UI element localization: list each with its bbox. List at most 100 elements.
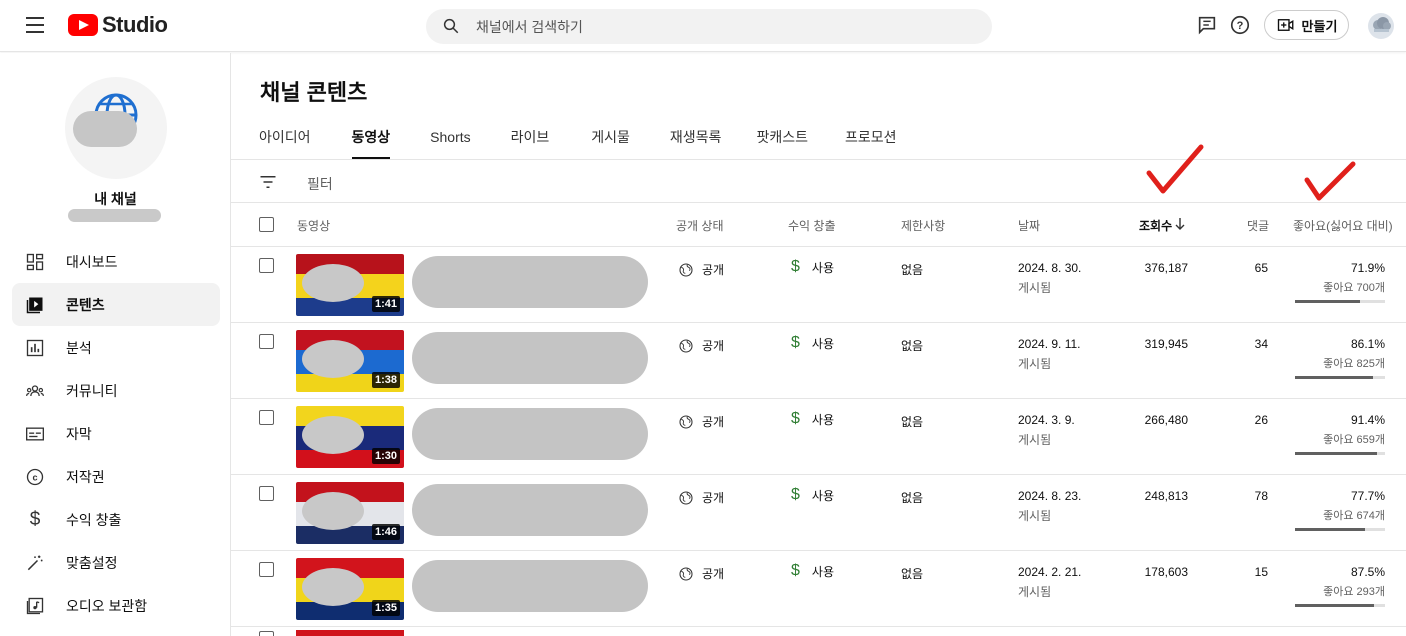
svg-text:?: ? [1237,20,1244,32]
sidebar-item-audio-library[interactable]: 오디오 보관함 [12,584,220,627]
help-icon[interactable]: ? [1229,14,1251,36]
row-checkbox[interactable] [259,562,274,577]
filter-input-label[interactable]: 필터 [307,174,333,194]
tab-promotions[interactable]: 프로모션 [845,121,897,159]
channel-avatar[interactable] [65,77,167,179]
table-row[interactable]: 1:30 공개 $ 사용 없음 2024. 3. 9. 게시됨 266,480 26 91.4% 좋… [231,399,1406,475]
dollar-icon: $ [29,508,41,530]
video-thumbnail[interactable] [296,630,404,636]
sidebar-item-analytics[interactable]: 분석 [12,326,220,369]
tab-videos[interactable]: 동영상 [351,121,390,159]
restrictions-cell: 없음 [901,339,924,353]
table-row[interactable]: 1:35 공개 $ 사용 없음 2024. 2. 21. 게시됨 178,603 15 87.5%… [231,551,1406,627]
monetization-cell[interactable]: $ 사용 [791,410,834,428]
col-comments[interactable]: 댓글 [1247,217,1269,234]
sidebar-item-customization[interactable]: 맞춤설정 [12,541,220,584]
video-thumbnail[interactable]: 1:30 [296,406,404,468]
row-checkbox[interactable] [259,631,274,636]
col-likes[interactable]: 좋아요(싫어요 대비) [1293,217,1393,234]
main-content: 채널 콘텐츠 아이디어 동영상 Shorts 라이브 게시물 재생목록 팟캐스트… [231,53,1406,636]
video-thumbnail[interactable]: 1:41 [296,254,404,316]
monetization-cell[interactable]: $ 사용 [791,258,834,276]
table-row[interactable]: 1:46 공개 $ 사용 없음 2024. 8. 23. 게시됨 248,813 78 77.7%… [231,475,1406,551]
redacted-video-title[interactable] [412,484,648,536]
visibility-cell[interactable]: 공개 [678,337,724,354]
sidebar-item-copyright[interactable]: c 저작권 [12,455,220,498]
feedback-icon[interactable] [1196,14,1218,36]
row-checkbox[interactable] [259,258,274,273]
magic-wand-icon [23,551,47,575]
search-bar[interactable] [426,9,992,44]
monetization-cell[interactable]: $ 사용 [791,562,834,580]
video-duration: 1:35 [371,600,400,616]
create-button-label: 만들기 [1301,18,1338,34]
visibility-cell[interactable]: 공개 [678,261,724,278]
youtube-studio-logo[interactable]: Studio [68,12,168,38]
redacted-video-title[interactable] [412,408,648,460]
visibility-label: 공개 [702,339,725,353]
dollar-icon: $ [791,486,800,503]
row-checkbox[interactable] [259,486,274,501]
video-duration: 1:46 [371,524,400,540]
tab-playlists[interactable]: 재생목록 [670,121,722,159]
publish-date: 2024. 8. 23. [1018,489,1082,503]
filter-icon[interactable] [259,173,277,191]
sidebar-item-subtitles[interactable]: 자막 [12,412,220,455]
create-button[interactable]: 만들기 [1264,10,1349,40]
like-ratio-bar [1295,376,1385,379]
monetization-label: 사용 [811,412,834,427]
search-input[interactable] [476,9,956,44]
globe-icon [679,490,693,505]
tab-posts[interactable]: 게시물 [591,121,630,159]
visibility-label: 공개 [702,415,725,429]
hamburger-menu-icon[interactable] [22,12,48,38]
row-checkbox[interactable] [259,410,274,425]
sidebar-item-label: 저작권 [66,468,105,485]
tab-podcasts[interactable]: 팟캐스트 [756,121,808,159]
content-tabs: 아이디어 동영상 Shorts 라이브 게시물 재생목록 팟캐스트 프로모션 [259,121,897,159]
channel-name: 내 채널 [94,191,137,207]
sidebar-item-content[interactable]: 콘텐츠 [12,283,220,326]
monetization-cell[interactable]: $ 사용 [791,334,834,352]
col-date[interactable]: 날짜 [1018,217,1040,234]
visibility-cell[interactable]: 공개 [678,565,724,582]
monetization-cell[interactable]: $ 사용 [791,486,834,504]
col-restrictions[interactable]: 제한사항 [901,217,945,234]
comments-cell: 15 [1254,565,1268,579]
redacted-video-title[interactable] [412,560,648,612]
sidebar-item-monetization[interactable]: $ 수익 창출 [12,498,220,541]
sidebar-item-dashboard[interactable]: 대시보드 [12,240,220,283]
row-checkbox[interactable] [259,334,274,349]
redacted-channel-handle [68,209,161,222]
table-row[interactable]: 1:41 공개 $ 사용 없음 2024. 8. 30. 게시됨 376,187 65 71.9%… [231,247,1406,323]
sidebar-item-community[interactable]: 커뮤니티 [12,369,220,412]
publish-status: 게시됨 [1018,585,1052,599]
monetization-label: 사용 [811,488,834,503]
filter-bar[interactable]: 필터 [231,160,1406,203]
table-row[interactable]: 1:38 공개 $ 사용 없음 2024. 9. 11. 게시됨 319,945 34 86.1%… [231,323,1406,399]
col-monetization[interactable]: 수익 창출 [788,217,836,234]
video-thumbnail[interactable]: 1:38 [296,330,404,392]
sidebar-item-label: 커뮤니티 [66,382,118,399]
tab-live[interactable]: 라이브 [511,121,550,159]
tab-shorts[interactable]: Shorts [430,121,470,159]
visibility-label: 공개 [702,491,725,505]
views-cell: 248,813 [1144,489,1188,503]
col-visibility[interactable]: 공개 상태 [676,217,724,234]
video-thumbnail[interactable]: 1:35 [296,558,404,620]
account-avatar[interactable] [1368,13,1394,39]
visibility-cell[interactable]: 공개 [678,489,724,506]
redacted-video-title[interactable] [412,256,648,308]
visibility-cell[interactable]: 공개 [678,413,724,430]
globe-icon [679,262,693,277]
likes-cell: 77.7% 좋아요 674개 [1293,489,1385,531]
dollar-icon: $ [791,410,800,427]
svg-text:c: c [32,472,37,482]
redacted-video-title[interactable] [412,332,648,384]
sort-down-arrow-icon[interactable] [1174,217,1186,231]
sidebar-item-label: 콘텐츠 [66,296,105,313]
select-all-checkbox[interactable] [259,217,274,232]
tab-ideas[interactable]: 아이디어 [259,121,311,159]
col-views[interactable]: 조회수 [1139,217,1172,234]
video-thumbnail[interactable]: 1:46 [296,482,404,544]
